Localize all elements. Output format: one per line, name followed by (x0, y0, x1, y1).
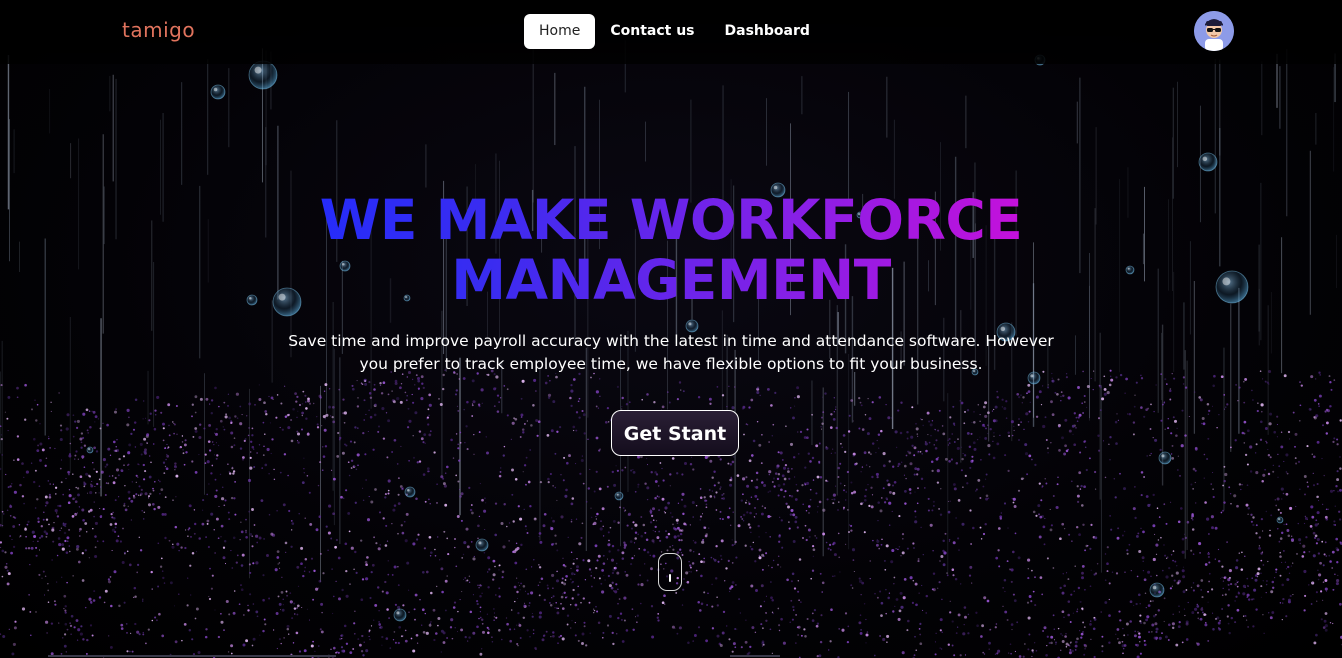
nav-item-home[interactable]: Home (524, 14, 596, 49)
nav-links: Home Contact us Dashboard (524, 14, 825, 49)
brand-logo[interactable]: tamigo (122, 18, 195, 42)
nav-item-contact-us[interactable]: Contact us (595, 14, 709, 49)
nav-item-dashboard[interactable]: Dashboard (710, 14, 825, 49)
hero-subtitle-line-1: Save time and improve payroll accuracy w… (288, 332, 1054, 350)
scroll-wheel-dot (669, 574, 671, 582)
page: tamigo Home Contact us Dashboard WE MAKE… (0, 0, 1342, 658)
hero-subtitle-line-2: you prefer to track employee time, we ha… (359, 355, 983, 373)
hero-subtitle: Save time and improve payroll accuracy w… (271, 330, 1071, 376)
user-avatar-icon (1194, 11, 1234, 51)
hero-section: WE MAKE WORKFORCE MANAGEMENT Save time a… (0, 190, 1342, 376)
navbar: tamigo Home Contact us Dashboard (0, 0, 1342, 64)
mouse-scroll-icon[interactable] (658, 553, 682, 591)
hero-title-line-1: WE MAKE WORKFORCE (319, 188, 1023, 252)
get-started-button[interactable]: Get Stant (611, 410, 739, 456)
hero-title-line-2: MANAGEMENT (451, 248, 891, 312)
user-avatar[interactable] (1194, 11, 1234, 51)
hero-title: WE MAKE WORKFORCE MANAGEMENT (221, 190, 1121, 310)
